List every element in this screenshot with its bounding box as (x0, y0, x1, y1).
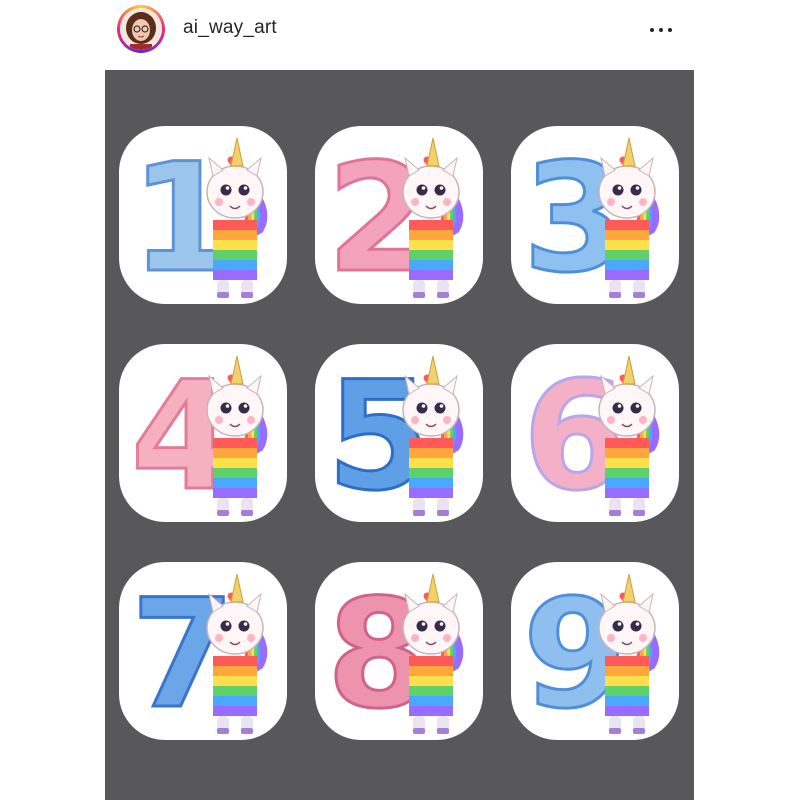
sticker-number-5: 5 (309, 338, 489, 528)
sticker-number-8: 8 (309, 556, 489, 746)
post-image[interactable]: 123 456 789 (105, 70, 694, 800)
sticker-number-2: 2 (309, 120, 489, 310)
avatar[interactable] (117, 5, 165, 53)
sticker-number-6: 6 (505, 338, 685, 528)
sticker-number-9: 9 (505, 556, 685, 746)
avatar-image (120, 8, 162, 50)
more-options-button[interactable] (643, 16, 679, 44)
username[interactable]: ai_way_art (183, 17, 277, 39)
sticker-number-4: 4 (113, 338, 293, 528)
post-header: ai_way_art (0, 0, 800, 70)
more-horizontal-icon (650, 28, 654, 32)
sticker-number-1: 1 (113, 120, 293, 310)
sticker-number-7: 7 (113, 556, 293, 746)
sticker-number-3: 3 (505, 120, 685, 310)
